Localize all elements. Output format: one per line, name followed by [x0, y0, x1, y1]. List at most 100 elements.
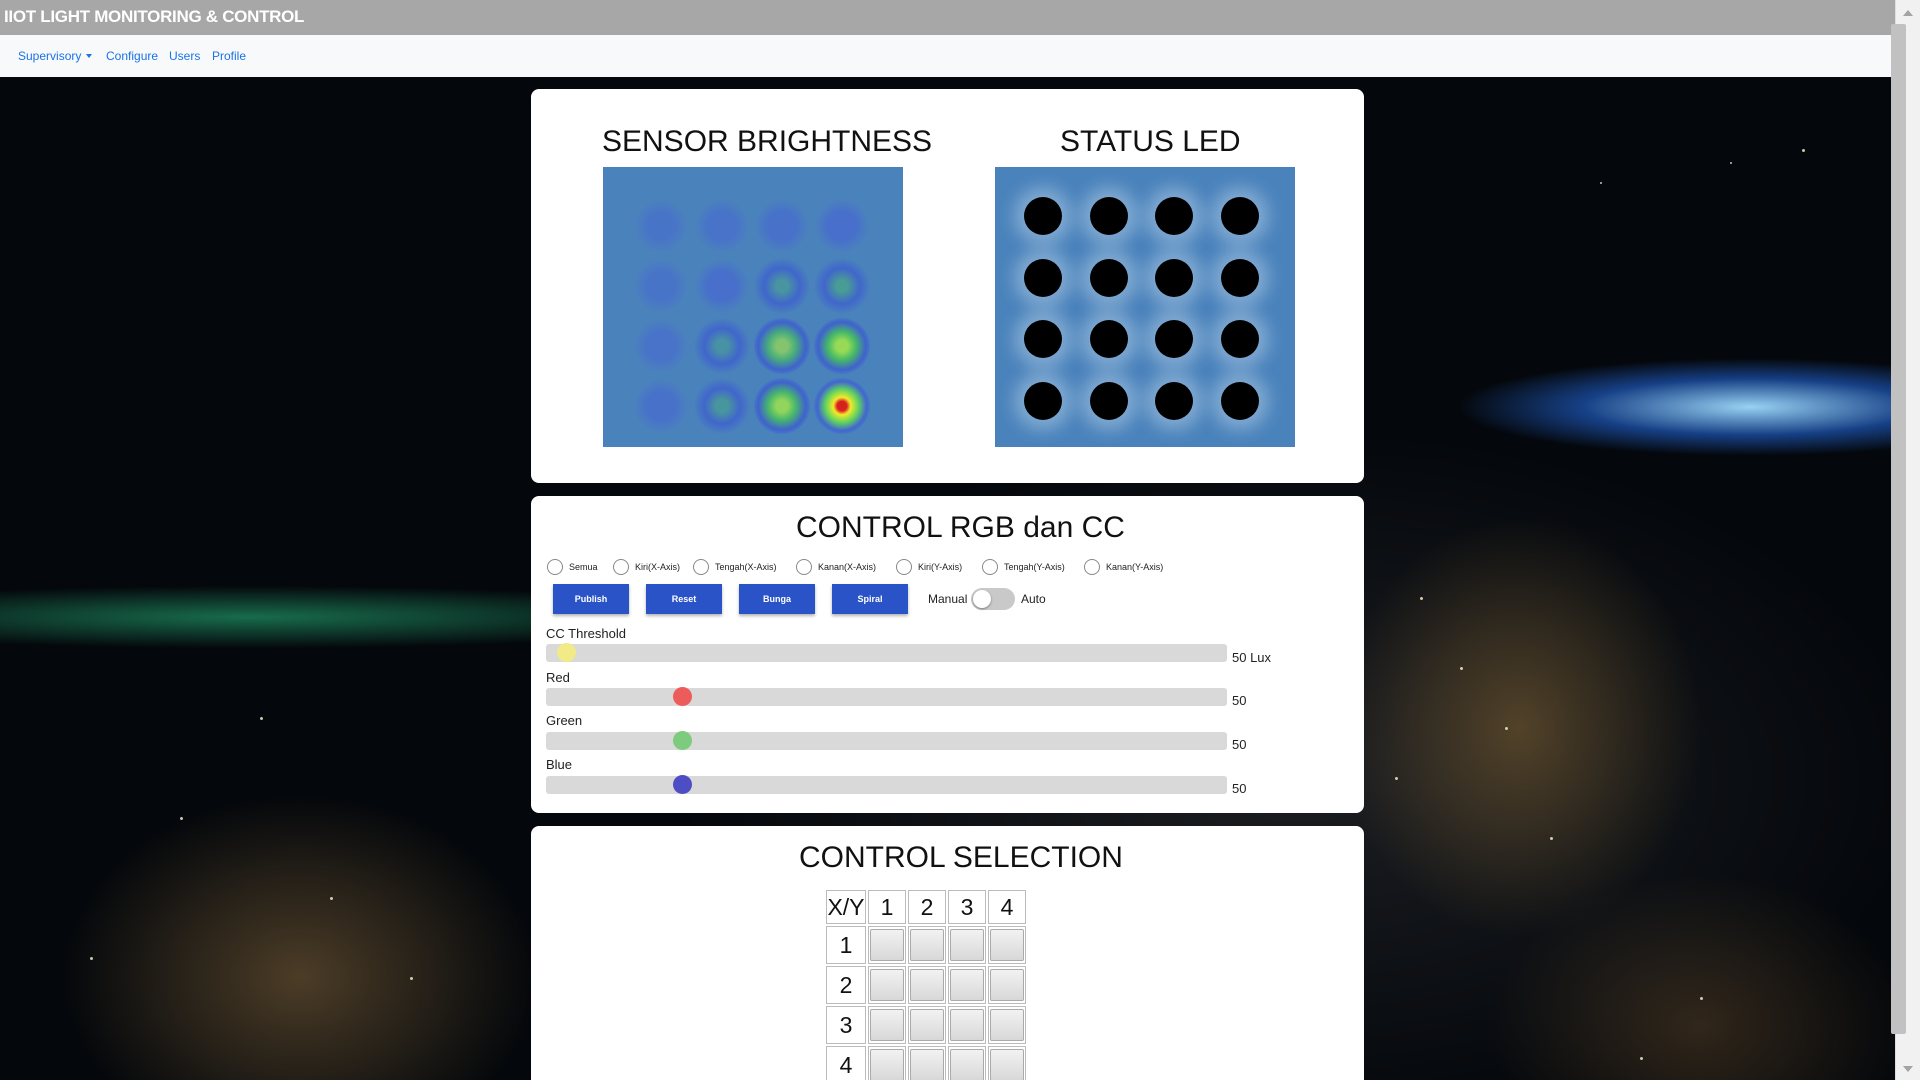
heatmap-cell	[754, 258, 810, 314]
nav-supervisory-label: Supervisory	[18, 49, 82, 63]
slider-thumb[interactable]	[673, 687, 693, 706]
radio-label: Kanan(X-Axis)	[818, 562, 877, 572]
status-led	[1155, 320, 1193, 358]
radio-circle[interactable]	[693, 559, 709, 575]
axis-radio[interactable]: Kanan(X-Axis)	[796, 558, 876, 576]
heatmap-cell	[694, 258, 750, 314]
sensor-brightness-heatmap	[603, 167, 903, 447]
row-header: 4	[826, 1046, 866, 1080]
status-led	[1024, 320, 1062, 358]
heatmap-cell	[814, 258, 870, 314]
slider-track[interactable]	[546, 775, 1227, 794]
cell-select-button[interactable]	[910, 1049, 944, 1080]
cell-select-button[interactable]	[990, 929, 1024, 961]
publish-button[interactable]: Publish	[553, 584, 629, 614]
toggle-knob[interactable]	[973, 590, 991, 608]
cell-select-button[interactable]	[950, 1049, 984, 1080]
selection-cell	[908, 926, 946, 964]
radio-circle[interactable]	[547, 559, 563, 575]
heatmap-cell	[814, 198, 870, 254]
control-selection-card: CONTROL SELECTION X/Y 1 2 3 4 1 2 3 4	[531, 826, 1364, 1080]
status-led	[1090, 320, 1128, 358]
radio-circle[interactable]	[613, 559, 629, 575]
axis-radio[interactable]: Kiri(X-Axis)	[613, 558, 680, 576]
radio-circle[interactable]	[1084, 559, 1100, 575]
slider-thumb[interactable]	[673, 775, 693, 794]
axis-radio[interactable]: Kiri(Y-Axis)	[896, 558, 962, 576]
radio-label: Tengah(X-Axis)	[715, 562, 777, 572]
slider-thumb[interactable]	[557, 643, 577, 662]
status-led	[1090, 197, 1128, 235]
status-led	[1221, 197, 1259, 235]
slider-value: 50	[1232, 737, 1247, 752]
status-led	[1221, 320, 1259, 358]
axis-radio[interactable]: Tengah(X-Axis)	[693, 558, 777, 576]
cell-select-button[interactable]	[950, 929, 984, 961]
scrollbar-thumb[interactable]	[1891, 24, 1906, 1034]
radio-label: Kiri(X-Axis)	[635, 562, 680, 572]
nav-configure[interactable]: Configure	[106, 49, 158, 63]
cell-select-button[interactable]	[910, 929, 944, 961]
slider-label: Red	[546, 670, 570, 685]
cell-select-button[interactable]	[870, 929, 904, 961]
status-led	[1024, 197, 1062, 235]
axis-radio[interactable]: Semua	[547, 558, 598, 576]
status-led	[1221, 382, 1259, 420]
slider-track[interactable]	[546, 687, 1227, 706]
bunga-button[interactable]: Bunga	[739, 584, 815, 614]
column-header: 4	[988, 890, 1026, 924]
heatmap-cell	[754, 318, 810, 374]
page-scrollbar[interactable]	[1891, 0, 1920, 1080]
status-led-grid	[995, 167, 1295, 447]
radio-circle[interactable]	[982, 559, 998, 575]
cell-select-button[interactable]	[910, 1009, 944, 1041]
scroll-up-icon[interactable]	[1903, 10, 1913, 16]
axis-radio[interactable]: Tengah(Y-Axis)	[982, 558, 1065, 576]
slider-value: 50	[1232, 781, 1247, 796]
heatmap-cell	[754, 378, 810, 434]
cell-select-button[interactable]	[950, 1009, 984, 1041]
nav-users[interactable]: Users	[169, 49, 200, 63]
selection-cell	[948, 926, 986, 964]
selection-cell	[868, 926, 906, 964]
heatmap-cell	[633, 318, 689, 374]
cell-select-button[interactable]	[990, 969, 1024, 1001]
radio-circle[interactable]	[896, 559, 912, 575]
sensor-brightness-title: SENSOR BRIGHTNESS	[602, 125, 933, 158]
scroll-down-icon[interactable]	[1903, 1066, 1913, 1072]
status-led-title: STATUS LED	[1060, 125, 1241, 158]
radio-circle[interactable]	[796, 559, 812, 575]
table-corner-header: X/Y	[826, 890, 866, 924]
cell-select-button[interactable]	[870, 1009, 904, 1041]
cell-select-button[interactable]	[870, 1049, 904, 1080]
status-led	[1024, 382, 1062, 420]
cell-select-button[interactable]	[870, 969, 904, 1001]
cell-select-button[interactable]	[990, 1049, 1024, 1080]
app-title: IIOT LIGHT MONITORING & CONTROL	[4, 7, 305, 26]
row-header: 2	[826, 966, 866, 1004]
cell-select-button[interactable]	[990, 1009, 1024, 1041]
status-led	[1155, 382, 1193, 420]
selection-cell	[868, 1006, 906, 1044]
reset-button[interactable]: Reset	[646, 584, 722, 614]
selection-cell	[988, 1046, 1026, 1080]
slider-label: CC Threshold	[546, 626, 626, 641]
spiral-button[interactable]: Spiral	[832, 584, 908, 614]
cell-select-button[interactable]	[950, 969, 984, 1001]
status-led	[1155, 197, 1193, 235]
cell-select-button[interactable]	[910, 969, 944, 1001]
slider-value: 50 Lux	[1232, 650, 1272, 665]
control-rgb-card: CONTROL RGB dan CC Semua Kiri(X-Axis) Teng…	[531, 496, 1364, 813]
slider-thumb[interactable]	[673, 731, 693, 750]
heatmap-cell	[814, 378, 870, 434]
nav-profile[interactable]: Profile	[212, 49, 246, 63]
nav-supervisory-dropdown[interactable]: Supervisory	[18, 49, 93, 63]
row-header: 3	[826, 1006, 866, 1044]
manual-auto-toggle[interactable]	[971, 588, 1015, 610]
caret-down-icon	[86, 54, 93, 58]
slider-track[interactable]	[546, 731, 1227, 750]
heatmap-cell	[694, 318, 750, 374]
axis-radio[interactable]: Kanan(Y-Axis)	[1084, 558, 1163, 576]
selection-cell	[948, 966, 986, 1004]
slider-track[interactable]	[546, 643, 1227, 662]
